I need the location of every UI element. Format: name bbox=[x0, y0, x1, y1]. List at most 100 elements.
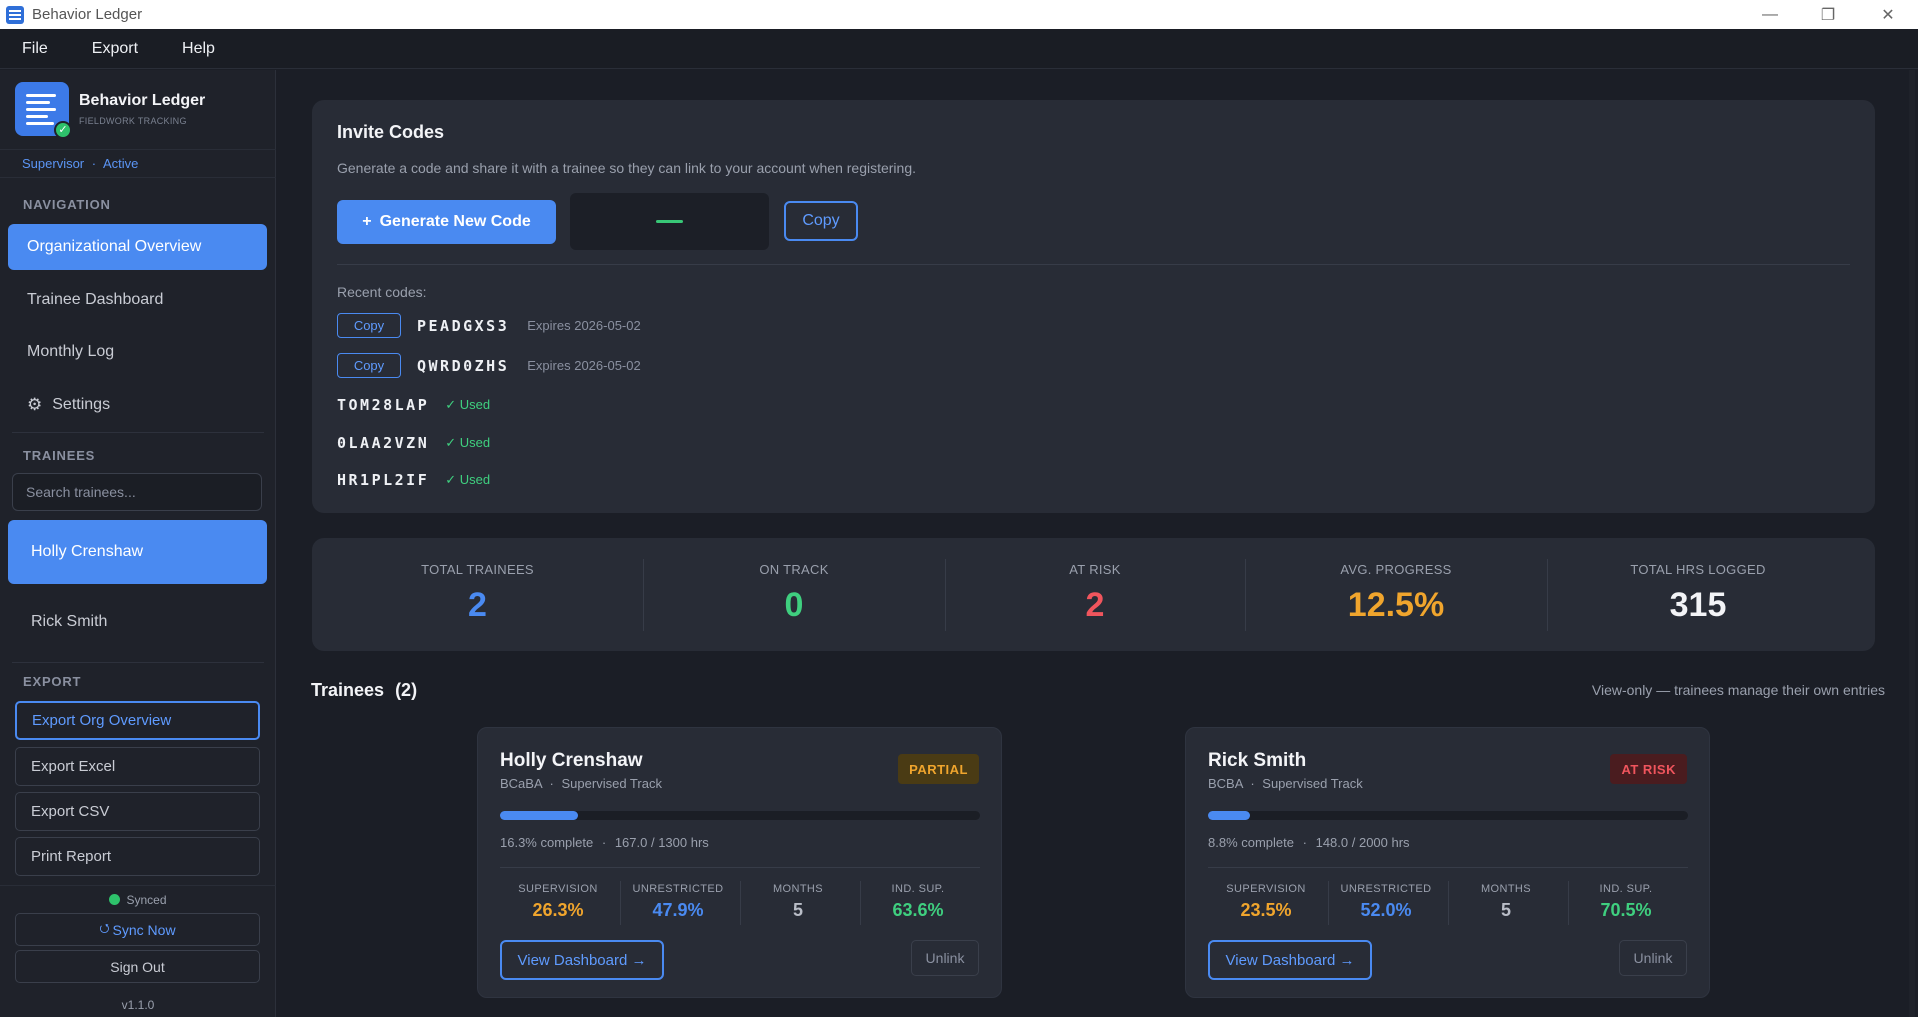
nav-trainee-dashboard[interactable]: Trainee Dashboard bbox=[8, 277, 267, 323]
sync-now-button[interactable]: ⭯ Sync Now bbox=[15, 913, 260, 946]
minimize-icon[interactable]: — bbox=[1741, 0, 1799, 29]
trainee-count: (2) bbox=[395, 680, 418, 700]
sync-status-label: Synced bbox=[126, 893, 167, 907]
trainees-section-title: Trainees (2) bbox=[311, 680, 417, 701]
metric-unrestricted: UNRESTRICTED 47.9% bbox=[618, 883, 738, 921]
stat-avg-progress: AVG. PROGRESS 12.5% bbox=[1245, 538, 1547, 651]
brand-tagline: FIELDWORK TRACKING bbox=[79, 116, 187, 126]
metric-unrestricted: UNRESTRICTED 52.0% bbox=[1326, 883, 1446, 921]
print-report-button[interactable]: Print Report bbox=[15, 837, 260, 876]
unlink-button[interactable]: Unlink bbox=[1619, 940, 1687, 976]
role-separator: · bbox=[91, 156, 97, 171]
code-expiry: Expires 2026-05-02 bbox=[527, 358, 641, 373]
ledger-logo-icon: ✓ bbox=[15, 82, 72, 139]
trainee-name: Rick Smith bbox=[31, 613, 108, 630]
metric-value: 5 bbox=[792, 900, 803, 920]
credential: BCBA bbox=[1208, 776, 1243, 791]
invite-codes-card: Invite Codes Generate a code and share i… bbox=[312, 100, 1875, 513]
sign-out-button[interactable]: Sign Out bbox=[15, 950, 260, 983]
status-label: Active bbox=[103, 156, 139, 171]
org-stats-card: TOTAL TRAINEES 2 ON TRACK 0 AT RISK 2 AV… bbox=[312, 538, 1875, 651]
button-label: View Dashboard → bbox=[1225, 951, 1355, 969]
trainee-card: Holly Crenshaw BCaBA · Supervised Track … bbox=[477, 727, 1002, 998]
button-label: View Dashboard → bbox=[517, 951, 647, 969]
nav-settings[interactable]: ⚙ Settings bbox=[8, 382, 267, 428]
metric-months: MONTHS 5 bbox=[1446, 883, 1566, 921]
copy-code-button[interactable]: Copy bbox=[337, 313, 401, 338]
stat-value: 315 bbox=[1669, 586, 1727, 624]
menu-help[interactable]: Help bbox=[182, 40, 215, 58]
recent-code-row: Copy PEADGXS3 Expires 2026-05-02 bbox=[337, 313, 641, 338]
recent-code-row: 0LAA2VZN ✓ Used bbox=[337, 434, 490, 452]
section-title: Trainees bbox=[311, 680, 385, 700]
scrollbar[interactable] bbox=[1909, 70, 1915, 1017]
menu-file[interactable]: File bbox=[22, 40, 48, 58]
divider bbox=[12, 432, 264, 433]
nav-label: Monthly Log bbox=[27, 343, 115, 360]
generated-code-display bbox=[570, 193, 769, 250]
progress-bar-fill bbox=[500, 811, 579, 820]
invite-code: HR1PL2IF bbox=[337, 471, 430, 489]
maximize-icon[interactable]: ❐ bbox=[1799, 0, 1857, 29]
stat-label: ON TRACK bbox=[759, 562, 829, 577]
button-label: Print Report bbox=[31, 848, 112, 865]
export-excel-button[interactable]: Export Excel bbox=[15, 747, 260, 786]
status-badge: AT RISK bbox=[1610, 754, 1687, 784]
nav-org-overview[interactable]: Organizational Overview bbox=[8, 224, 267, 270]
search-trainees-input[interactable] bbox=[12, 473, 262, 511]
copy-generated-code-button[interactable]: Copy bbox=[784, 201, 858, 241]
invite-code: 0LAA2VZN bbox=[337, 434, 430, 452]
stat-value: 2 bbox=[1085, 586, 1105, 624]
button-label: Copy bbox=[353, 318, 385, 333]
button-label: Sign Out bbox=[110, 958, 165, 975]
code-used-status: ✓ Used bbox=[445, 472, 491, 487]
stat-total-trainees: TOTAL TRAINEES 2 bbox=[312, 538, 643, 651]
export-org-overview-button[interactable]: Export Org Overview bbox=[15, 701, 260, 740]
unlink-button[interactable]: Unlink bbox=[911, 940, 979, 976]
sync-status-dot-icon bbox=[109, 894, 121, 905]
credential: BCaBA bbox=[500, 776, 542, 791]
generate-code-button[interactable]: + Generate New Code bbox=[337, 200, 556, 244]
window-titlebar: Behavior Ledger — ❐ ✕ bbox=[0, 0, 1918, 29]
divider bbox=[12, 662, 264, 663]
view-dashboard-button[interactable]: View Dashboard → bbox=[1208, 940, 1372, 980]
metric-label: SUPERVISION bbox=[518, 883, 598, 895]
stat-value: 2 bbox=[468, 586, 487, 624]
trainee-card-subtitle: BCBA · Supervised Track bbox=[1208, 776, 1363, 791]
stat-value: 0 bbox=[784, 586, 804, 624]
sidebar-trainee-rick[interactable]: Rick Smith bbox=[8, 590, 267, 654]
view-only-note: View-only — trainees manage their own en… bbox=[1591, 682, 1885, 698]
export-heading: EXPORT bbox=[23, 674, 82, 689]
brand-name: Behavior Ledger bbox=[79, 92, 206, 109]
role-label: Supervisor bbox=[22, 156, 85, 171]
verified-check-icon: ✓ bbox=[54, 121, 72, 139]
sync-status: Synced bbox=[0, 893, 276, 907]
copy-code-button[interactable]: Copy bbox=[337, 353, 401, 378]
menu-export[interactable]: Export bbox=[92, 40, 138, 58]
track: Supervised Track bbox=[561, 776, 662, 791]
stat-value: 12.5% bbox=[1347, 586, 1445, 624]
nav-label: Organizational Overview bbox=[27, 238, 202, 255]
metric-label: UNRESTRICTED bbox=[632, 883, 724, 895]
trainees-heading: TRAINEES bbox=[23, 448, 96, 463]
sidebar-trainee-holly[interactable]: Holly Crenshaw bbox=[8, 520, 267, 584]
divider bbox=[500, 867, 980, 868]
role-status: Supervisor · Active bbox=[22, 156, 138, 171]
progress-text: 16.3% complete · 167.0 / 1300 hrs bbox=[500, 835, 709, 850]
button-label: Export CSV bbox=[31, 803, 110, 820]
button-label: Copy bbox=[353, 358, 385, 373]
sync-icon: ⭯ bbox=[99, 921, 110, 935]
metric-label: MONTHS bbox=[1480, 883, 1532, 895]
button-label: Unlink bbox=[925, 950, 965, 966]
hours-logged: 167.0 / 1300 hrs bbox=[614, 835, 709, 850]
code-used-status: ✓ Used bbox=[445, 435, 491, 450]
close-icon[interactable]: ✕ bbox=[1859, 0, 1917, 29]
metric-value: 63.6% bbox=[892, 900, 944, 920]
nav-monthly-log[interactable]: Monthly Log bbox=[8, 329, 267, 375]
view-dashboard-button[interactable]: View Dashboard → bbox=[500, 940, 664, 980]
export-csv-button[interactable]: Export CSV bbox=[15, 792, 260, 831]
code-expiry: Expires 2026-05-02 bbox=[527, 318, 641, 333]
gear-icon: ⚙ bbox=[27, 395, 43, 414]
nav-label: Trainee Dashboard bbox=[27, 291, 164, 308]
main-content: Invite Codes Generate a code and share i… bbox=[277, 70, 1918, 1017]
